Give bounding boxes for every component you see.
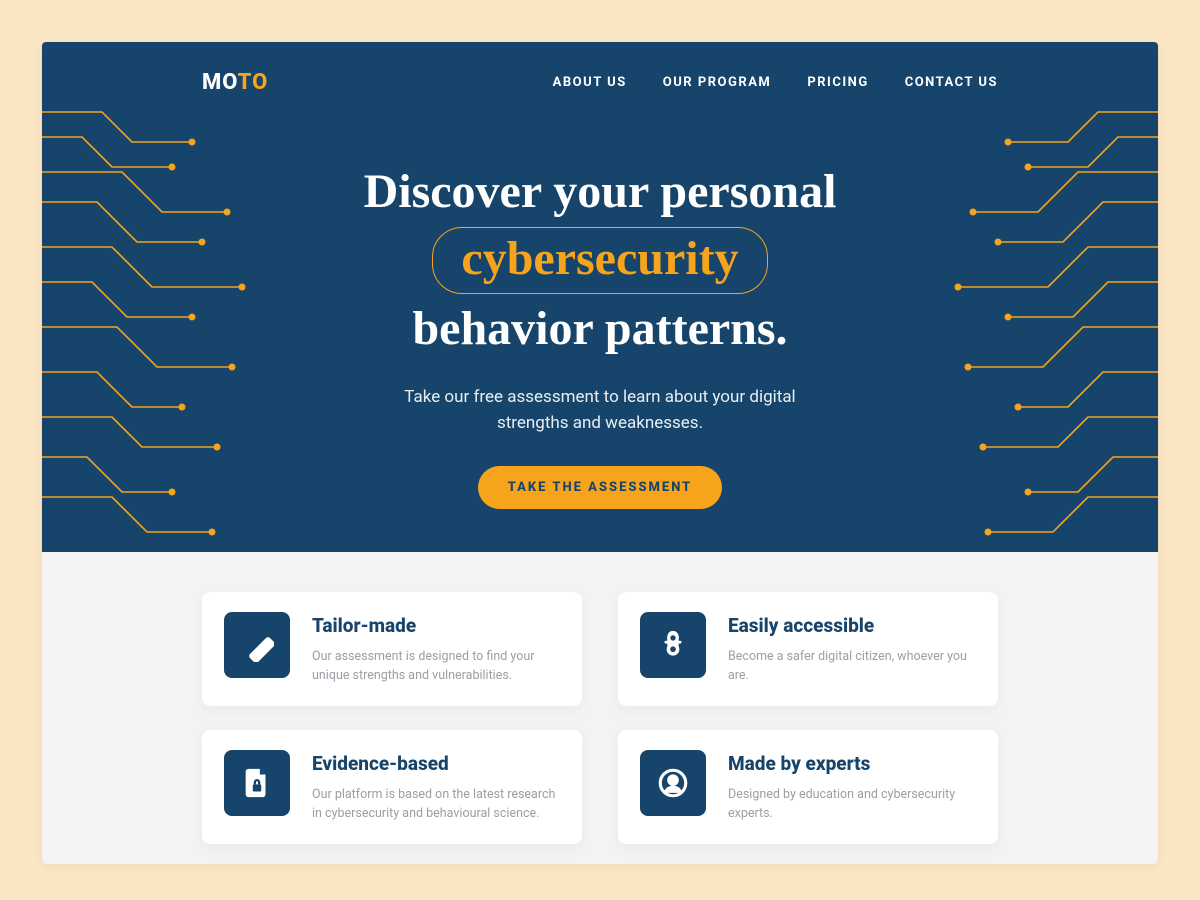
nav-links: ABOUT US OUR PROGRAM PRICING CONTACT US [553,75,998,90]
hero-content: Discover your personal cybersecurity beh… [42,163,1158,509]
lock-icon [640,612,706,678]
hero-title-line3: behavior patterns. [42,300,1158,358]
hero-subtitle: Take our free assessment to learn about … [42,384,1158,437]
hero-title: Discover your personal cybersecurity beh… [42,163,1158,358]
feature-title: Tailor-made [312,614,560,637]
features-grid: Tailor-made Our assessment is designed t… [42,552,1158,864]
hero-section: MOTO ABOUT US OUR PROGRAM PRICING CONTAC… [42,42,1158,552]
feature-title: Evidence-based [312,752,560,775]
nav-pricing[interactable]: PRICING [807,75,868,90]
file-lock-icon [224,750,290,816]
user-circle-icon [640,750,706,816]
feature-card-easily-accessible: Easily accessible Become a safer digital… [618,592,998,706]
feature-desc: Designed by education and cybersecurity … [728,785,976,824]
logo-part-a: MO [202,70,238,95]
hero-title-line1: Discover your personal [42,163,1158,221]
hero-title-highlight: cybersecurity [432,227,767,295]
nav-about-us[interactable]: ABOUT US [553,75,627,90]
feature-card-evidence-based: Evidence-based Our platform is based on … [202,730,582,844]
feature-card-tailor-made: Tailor-made Our assessment is designed t… [202,592,582,706]
hero-subtitle-line2: strengths and weaknesses. [497,413,703,433]
ruler-icon [224,612,290,678]
feature-desc: Our assessment is designed to find your … [312,647,560,686]
nav-contact-us[interactable]: CONTACT US [905,75,998,90]
top-nav: MOTO ABOUT US OUR PROGRAM PRICING CONTAC… [42,42,1158,95]
feature-title: Made by experts [728,752,976,775]
feature-card-made-by-experts: Made by experts Designed by education an… [618,730,998,844]
feature-title: Easily accessible [728,614,976,637]
logo[interactable]: MOTO [202,70,268,95]
hero-subtitle-line1: Take our free assessment to learn about … [404,387,795,407]
logo-part-b: TO [238,70,269,95]
cta-take-assessment[interactable]: TAKE THE ASSESSMENT [478,466,723,509]
nav-our-program[interactable]: OUR PROGRAM [663,75,772,90]
feature-desc: Our platform is based on the latest rese… [312,785,560,824]
feature-desc: Become a safer digital citizen, whoever … [728,647,976,686]
page: MOTO ABOUT US OUR PROGRAM PRICING CONTAC… [42,42,1158,864]
